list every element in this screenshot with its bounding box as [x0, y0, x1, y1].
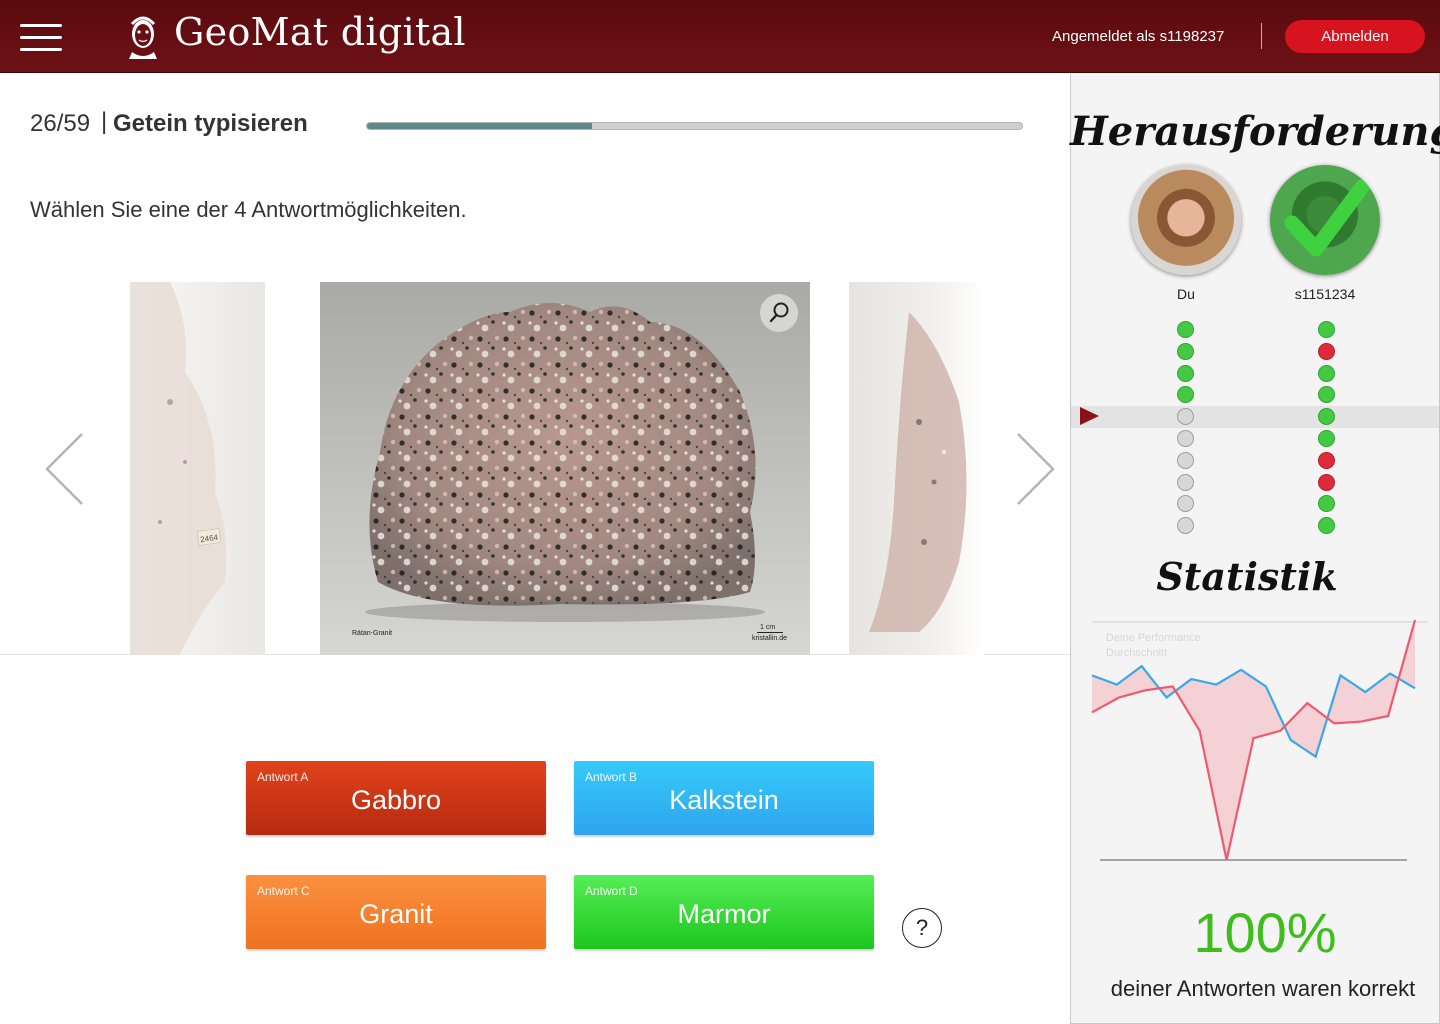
login-status: Angemeldet als s1198237 — [1052, 28, 1225, 45]
result-dot-you-8 — [1177, 473, 1194, 491]
magnifier-icon — [769, 302, 789, 323]
result-dot-you-1 — [1177, 321, 1194, 338]
next-rock-image[interactable] — [849, 282, 984, 655]
result-dot-you-2 — [1177, 342, 1194, 360]
counter-separator: | — [101, 108, 108, 135]
scale-label: 1 cm — [760, 624, 776, 631]
result-dot-opponent-1 — [1318, 321, 1335, 338]
result-dot-opponent-6 — [1318, 430, 1335, 447]
answer-d-text: Marmor — [677, 899, 771, 929]
previous-rock-image[interactable]: 2464 — [130, 282, 265, 655]
image-credit: kristallin.de — [752, 635, 788, 642]
progress-bar-fill — [367, 123, 593, 129]
quiz-title: Getein typisieren — [113, 110, 308, 137]
challenge-sidebar — [1070, 73, 1440, 1024]
next-arrow-button[interactable] — [1014, 432, 1058, 506]
chevron-left-icon — [45, 433, 83, 505]
result-dot-opponent-3 — [1318, 364, 1335, 382]
answer-c-button[interactable]: Antwort C Granit — [246, 875, 546, 949]
result-dot-opponent-8 — [1318, 473, 1335, 491]
current-question-marker-icon — [1080, 407, 1099, 426]
scale-bar — [757, 632, 783, 633]
result-dot-opponent-7 — [1318, 451, 1335, 469]
answer-d-label: Antwort D — [585, 884, 638, 898]
progress-bar — [366, 122, 1023, 130]
logout-button[interactable]: Abmelden — [1285, 20, 1425, 53]
answer-a-button[interactable]: Antwort A Gabbro — [246, 761, 546, 835]
answer-b-label: Antwort B — [585, 770, 638, 784]
checkmark-icon — [1284, 179, 1370, 257]
header-divider — [1261, 23, 1262, 49]
answer-d-button[interactable]: Antwort D Marmor — [574, 875, 874, 949]
instruction-text: Wählen Sie eine der 4 Antwortmöglichkeit… — [30, 197, 467, 222]
avatar-opponent — [1270, 165, 1380, 275]
answer-b-button[interactable]: Antwort B Kalkstein — [574, 761, 874, 835]
percent-correct-label: deiner Antworten waren korrekt — [1110, 976, 1416, 1001]
legend-performance: Deine Performance — [1106, 632, 1201, 644]
result-dot-you-7 — [1177, 451, 1194, 469]
answer-c-text: Granit — [359, 899, 433, 929]
answer-b-text: Kalkstein — [669, 785, 779, 815]
hamburger-menu-icon[interactable] — [20, 24, 62, 52]
answer-a-label: Antwort A — [257, 770, 309, 784]
answer-c-label: Antwort C — [257, 884, 310, 898]
challenge-title: Herausforderung — [1070, 108, 1440, 155]
result-dot-you-6 — [1177, 430, 1194, 447]
result-dot-you-3 — [1177, 364, 1194, 382]
player-you-name: Du — [1177, 286, 1195, 302]
image-caption: Rätan-Granit — [352, 630, 393, 637]
avatar-you — [1131, 165, 1241, 275]
player-opponent-name: s1151234 — [1294, 286, 1356, 302]
percent-correct: 100% — [1193, 901, 1337, 964]
result-dot-opponent-2 — [1318, 342, 1335, 360]
main-rock-image[interactable] — [320, 282, 810, 655]
statistics-title: Statistik — [1156, 554, 1338, 599]
question-counter: 26/59 — [30, 110, 91, 137]
chevron-right-icon — [1017, 433, 1055, 505]
zoom-button[interactable] — [760, 294, 798, 332]
current-question-highlight — [1071, 406, 1439, 429]
app-title: GeoMat digital — [174, 10, 466, 54]
logo-portrait-icon — [129, 16, 157, 59]
help-button[interactable]: ? — [902, 908, 942, 948]
answer-a-text: Gabbro — [350, 785, 442, 815]
previous-arrow-button[interactable] — [42, 432, 86, 506]
legend-average: Durchschnitt — [1106, 647, 1168, 659]
